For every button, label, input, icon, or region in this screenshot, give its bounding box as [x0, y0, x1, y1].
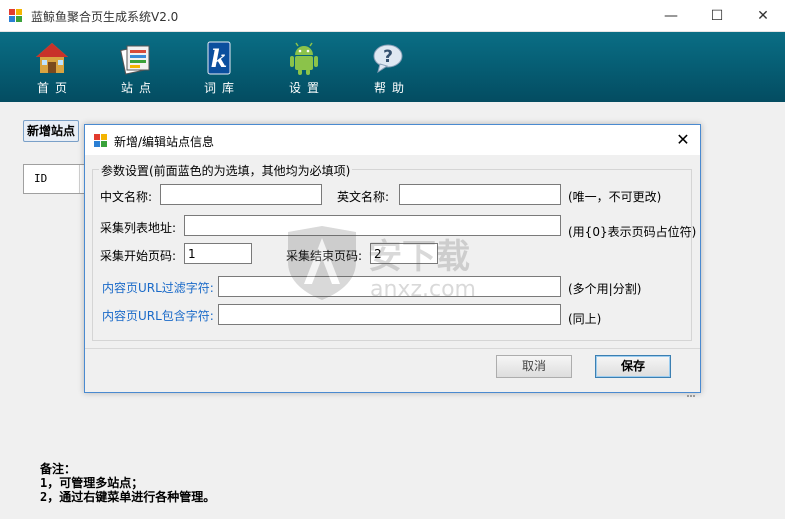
android-settings-icon — [286, 40, 322, 76]
toolbar-help-button[interactable]: ? 帮助 — [359, 38, 419, 98]
group-title: 参数设置(前面蓝色的为选填，其他均为必填项) — [99, 162, 353, 179]
url-include-hint: (同上) — [568, 312, 602, 326]
toolbar-dictionary-label: 词库 — [203, 81, 240, 95]
dialog-app-icon — [94, 134, 108, 148]
url-filter-hint: (多个用|分割) — [568, 282, 642, 296]
cn-name-input[interactable] — [160, 184, 322, 205]
save-button[interactable]: 保存 — [595, 355, 671, 378]
url-filter-input[interactable] — [218, 276, 561, 297]
minimize-button[interactable]: — — [648, 0, 694, 32]
main-toolbar: 首页 站点 k 词库 设置 ? 帮助 — [0, 32, 785, 102]
home-icon — [34, 40, 70, 76]
dialog-close-button[interactable]: ✕ — [669, 127, 697, 153]
site-edit-dialog: 新增/编辑站点信息 ✕ 参数设置(前面蓝色的为选填，其他均为必填项) 中文名称:… — [84, 124, 701, 397]
start-page-input[interactable] — [184, 243, 252, 264]
toolbar-home-label: 首页 — [36, 81, 73, 95]
svg-text:?: ? — [383, 47, 393, 67]
toolbar-settings-button[interactable]: 设置 — [274, 38, 334, 98]
start-page-label: 采集开始页码: — [100, 249, 177, 263]
list-url-hint: (用{0}表示页码占位符) — [568, 225, 697, 239]
maximize-button[interactable]: ☐ — [694, 0, 740, 32]
dialog-footer: 取消 保存 — [85, 349, 700, 397]
window-title: 蓝鲸鱼聚合页生成系统V2.0 — [31, 10, 179, 24]
end-page-label: 采集结束页码: — [286, 249, 363, 263]
toolbar-dictionary-button[interactable]: k 词库 — [189, 38, 249, 98]
url-include-label: 内容页URL包含字符: — [102, 309, 214, 323]
en-name-label: 英文名称: — [337, 190, 390, 204]
dictionary-icon: k — [201, 40, 237, 76]
url-include-input[interactable] — [218, 304, 561, 325]
help-icon: ? — [371, 40, 407, 76]
app-icon — [9, 9, 23, 23]
dialog-title: 新增/编辑站点信息 — [114, 135, 215, 149]
toolbar-home-button[interactable]: 首页 — [22, 38, 82, 98]
resize-grip-icon[interactable] — [686, 386, 698, 397]
window-titlebar: 蓝鲸鱼聚合页生成系统V2.0 — ☐ ✕ — [0, 0, 785, 32]
en-name-hint: (唯一，不可更改) — [568, 190, 662, 204]
cancel-button[interactable]: 取消 — [496, 355, 572, 378]
list-url-input[interactable] — [184, 215, 561, 236]
toolbar-settings-label: 设置 — [288, 81, 325, 95]
notes-text: 备注： 1，可管理多站点； 2，通过右键菜单进行各种管理。 — [40, 462, 216, 504]
svg-text:k: k — [211, 44, 228, 73]
url-filter-label: 内容页URL过滤字符: — [102, 281, 214, 295]
toolbar-sites-label: 站点 — [120, 81, 157, 95]
toolbar-help-label: 帮助 — [373, 81, 410, 95]
close-button[interactable]: ✕ — [740, 0, 785, 32]
list-url-label: 采集列表地址: — [100, 221, 177, 235]
toolbar-sites-button[interactable]: 站点 — [106, 38, 166, 98]
grid-header-id[interactable]: ID — [24, 165, 80, 193]
en-name-input[interactable] — [399, 184, 561, 205]
dialog-titlebar: 新增/编辑站点信息 ✕ — [85, 125, 700, 155]
cn-name-label: 中文名称: — [100, 190, 153, 204]
sites-icon — [118, 40, 154, 76]
add-site-button[interactable]: 新增站点 — [23, 120, 79, 142]
end-page-input[interactable] — [370, 243, 438, 264]
